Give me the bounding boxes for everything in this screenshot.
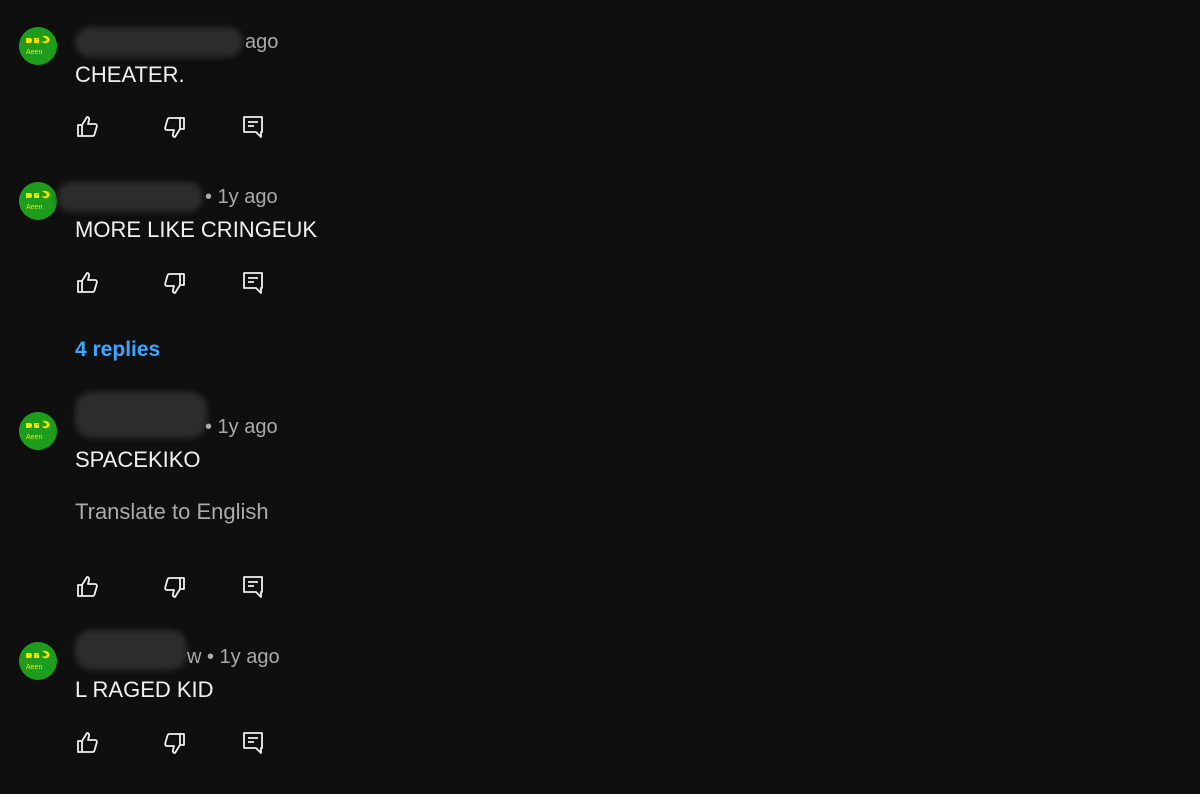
- reply-icon: [243, 272, 263, 294]
- reply-button[interactable]: [241, 574, 265, 600]
- reply-button[interactable]: [241, 270, 265, 296]
- comment-actions: [75, 574, 275, 600]
- redacted-username: [75, 630, 187, 670]
- thumbs-down-icon: [164, 273, 185, 294]
- comment-actions: [75, 730, 275, 756]
- thumbs-up-icon: [77, 272, 98, 293]
- comment-text: L RAGED KID: [75, 677, 214, 702]
- thumbs-up-icon: [77, 576, 98, 597]
- avatar-logo-icon: [19, 27, 57, 65]
- comments-list: ago CHEATER. • 1y ago MORE LIKE CRINGEUK: [0, 0, 1200, 794]
- redacted-username: [75, 392, 207, 438]
- dislike-button[interactable]: [163, 574, 187, 600]
- thumbs-down-icon: [164, 117, 185, 138]
- comment-timestamp: ago: [245, 31, 279, 53]
- comment-timestamp: w • 1y ago: [187, 646, 280, 668]
- dislike-button[interactable]: [163, 730, 187, 756]
- like-button[interactable]: [75, 270, 99, 296]
- comment-meta: ago: [75, 27, 305, 57]
- avatar[interactable]: [19, 182, 57, 220]
- comment-text: SPACEKIKO: [75, 447, 201, 472]
- avatar[interactable]: [19, 27, 57, 65]
- avatar[interactable]: [19, 412, 57, 450]
- like-button[interactable]: [75, 574, 99, 600]
- comment-meta: • 1y ago: [57, 182, 305, 212]
- thumbs-down-icon: [164, 577, 185, 598]
- comment-meta: • 1y ago: [75, 392, 305, 442]
- avatar-logo-icon: [19, 182, 57, 220]
- comment-text: CHEATER.: [75, 62, 185, 87]
- like-button[interactable]: [75, 114, 99, 140]
- dislike-button[interactable]: [163, 270, 187, 296]
- redacted-username: [57, 182, 203, 212]
- avatar-logo-icon: [19, 412, 57, 450]
- translate-link[interactable]: Translate to English: [75, 498, 269, 526]
- reply-button[interactable]: [241, 114, 265, 140]
- comment-text: MORE LIKE CRINGEUK: [75, 217, 318, 242]
- reply-icon: [243, 116, 263, 138]
- avatar[interactable]: [19, 642, 57, 680]
- thumbs-down-icon: [164, 733, 185, 754]
- comment-actions: [75, 114, 275, 140]
- redacted-username: [75, 27, 243, 57]
- comment-meta: w • 1y ago: [75, 630, 305, 672]
- comment-timestamp: • 1y ago: [205, 186, 278, 208]
- like-button[interactable]: [75, 730, 99, 756]
- comment-actions: [75, 270, 275, 296]
- view-replies-link[interactable]: 4 replies: [75, 336, 160, 364]
- avatar-logo-icon: [19, 642, 57, 680]
- thumbs-up-icon: [77, 732, 98, 753]
- thumbs-up-icon: [77, 116, 98, 137]
- reply-icon: [243, 576, 263, 598]
- reply-button[interactable]: [241, 730, 265, 756]
- reply-icon: [243, 732, 263, 754]
- comment-timestamp: • 1y ago: [205, 416, 278, 438]
- dislike-button[interactable]: [163, 114, 187, 140]
